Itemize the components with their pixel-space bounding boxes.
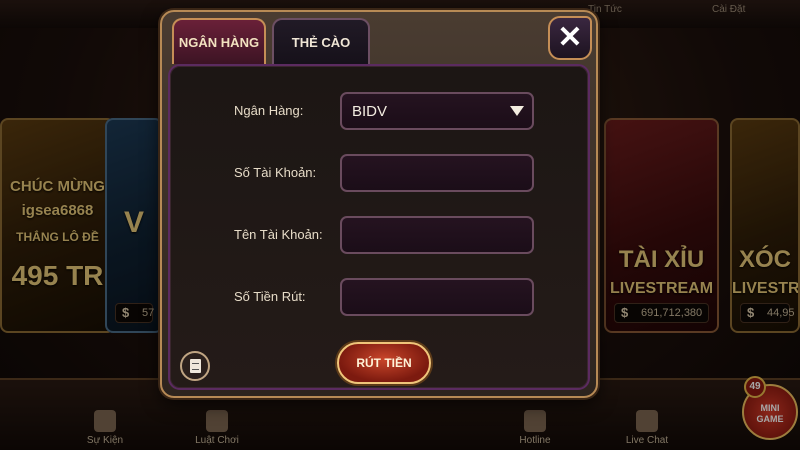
account-name-row: Tên Tài Khoản: (170, 216, 588, 256)
tab-card[interactable]: THẺ CÀO (272, 18, 370, 64)
amount-input[interactable] (340, 278, 534, 316)
close-button[interactable]: ✕ (548, 16, 592, 60)
bank-row: Ngân Hàng: BIDV (170, 92, 588, 132)
amount-row: Số Tiền Rút: (170, 278, 588, 318)
withdraw-dialog: NGÂN HÀNG THẺ CÀO ✕ Ngân Hàng: BIDV Số T… (160, 10, 598, 398)
account-number-row: Số Tài Khoản: (170, 154, 588, 194)
tab-bank[interactable]: NGÂN HÀNG (172, 18, 266, 64)
withdraw-button[interactable]: RÚT TIỀN (337, 342, 431, 384)
dialog-body: Ngân Hàng: BIDV Số Tài Khoản: Tên Tài Kh… (168, 64, 590, 390)
dropdown-arrow-icon (510, 106, 524, 116)
bank-label: Ngân Hàng: (234, 103, 304, 118)
account-number-input[interactable] (340, 154, 534, 192)
account-number-label: Số Tài Khoản: (234, 165, 317, 180)
account-name-label: Tên Tài Khoản: (234, 227, 323, 242)
history-icon[interactable] (180, 351, 210, 381)
bank-selected-value: BIDV (352, 103, 388, 120)
account-name-input[interactable] (340, 216, 534, 254)
bank-select[interactable]: BIDV (340, 92, 534, 130)
amount-label: Số Tiền Rút: (234, 289, 306, 304)
